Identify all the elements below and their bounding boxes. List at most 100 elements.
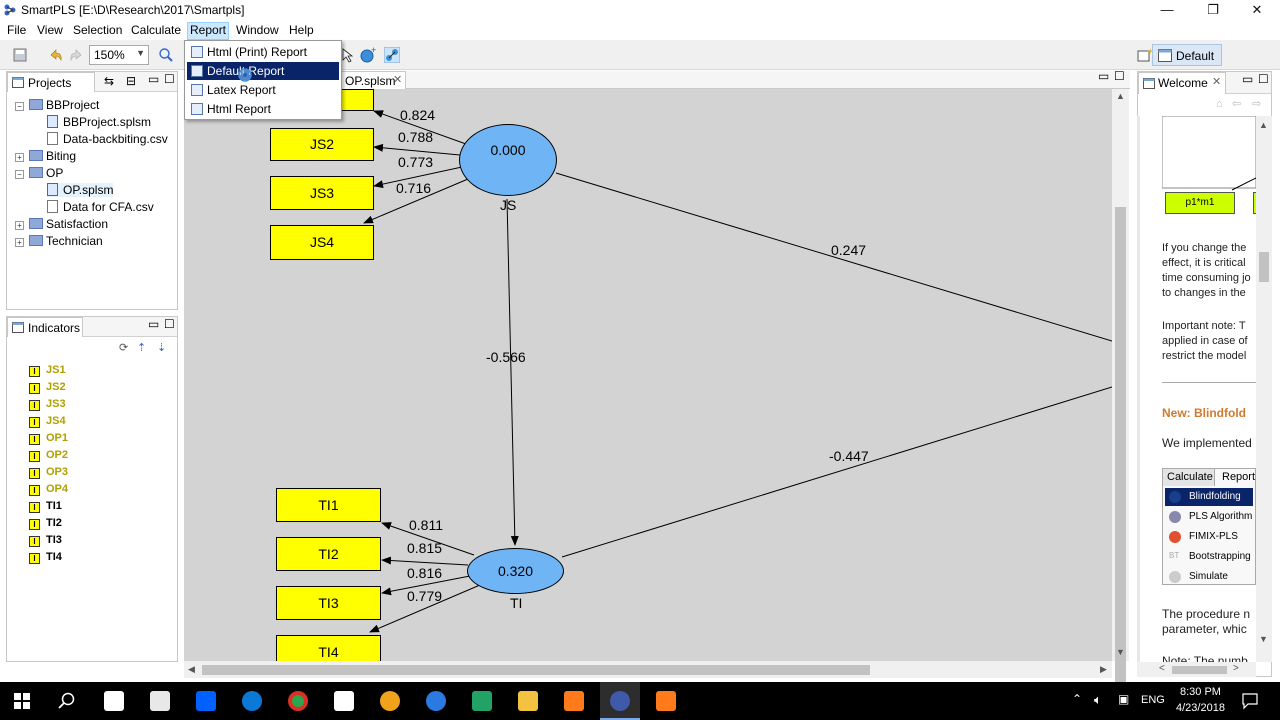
redo-icon[interactable] [68, 47, 84, 63]
tree-expand-toggle[interactable]: + [15, 153, 24, 162]
scroll-up-icon[interactable]: ▲ [1259, 120, 1268, 130]
spreadsheet-icon[interactable] [472, 691, 492, 711]
menu-report[interactable]: Report [187, 22, 230, 40]
sort-ascending-icon[interactable]: ⇡ [137, 341, 146, 354]
latent-js[interactable]: 0.000 [459, 124, 557, 196]
project-tree-item[interactable]: Data-backbiting.csv [47, 132, 168, 146]
restore-button[interactable]: ❐ [1190, 0, 1236, 21]
menu-selection[interactable]: Selection [70, 23, 125, 37]
chrome-icon[interactable] [288, 691, 308, 711]
menu-calculate[interactable]: Calculate [128, 23, 184, 37]
back-icon[interactable]: ⇦ [1232, 97, 1241, 110]
tab-projects[interactable]: Projects [7, 72, 95, 92]
menu-file[interactable]: File [4, 23, 29, 37]
indicator-ti2[interactable]: TI2 [276, 537, 381, 571]
notifications-icon[interactable] [1241, 692, 1259, 710]
language-indicator[interactable]: ENG [1141, 694, 1165, 706]
scroll-up-icon[interactable]: ▲ [1116, 91, 1125, 101]
indicator-list-item[interactable]: I JS1 [29, 364, 66, 377]
maximize-panel-icon[interactable]: ☐ [1114, 69, 1125, 83]
welcome-horizontal-scrollbar[interactable]: < > [1137, 662, 1256, 677]
scroll-right-icon[interactable]: ▶ [1100, 664, 1107, 675]
save-icon[interactable] [12, 47, 28, 63]
maximize-panel-icon[interactable]: ☐ [1258, 72, 1269, 86]
project-tree-item[interactable]: OP.splsm [47, 183, 114, 197]
group-icon[interactable]: ⟳ [119, 341, 128, 354]
connect-tool-icon[interactable] [384, 47, 400, 63]
report-menu-item[interactable]: Html Report [187, 100, 339, 118]
notes-icon[interactable] [334, 691, 354, 711]
indicator-list-item[interactable]: I OP4 [29, 483, 68, 496]
indicator-ti3[interactable]: TI3 [276, 586, 381, 620]
home-icon[interactable]: ⌂ [1216, 98, 1223, 110]
scrollbar-thumb[interactable] [202, 665, 870, 675]
tab-welcome[interactable]: Welcome ✕ [1138, 72, 1226, 94]
indicator-ti4[interactable]: TI4 [276, 635, 381, 661]
indicator-list-item[interactable]: I TI1 [29, 500, 62, 513]
zoom-in-icon[interactable] [158, 47, 174, 63]
scroll-down-icon[interactable]: ▼ [1116, 647, 1125, 657]
minimize-panel-icon[interactable]: ▭ [1242, 72, 1253, 86]
chevron-up-icon[interactable]: ⌃ [1072, 692, 1082, 706]
minimize-button[interactable]: — [1144, 0, 1190, 21]
indicator-js2[interactable]: JS2 [270, 128, 374, 161]
report-menu-item[interactable]: Default Report [187, 62, 339, 80]
tree-expand-toggle[interactable]: − [15, 170, 24, 179]
dropbox-icon[interactable] [196, 691, 216, 711]
close-icon[interactable]: ✕ [1212, 75, 1221, 88]
network-icon[interactable]: ▣ [1118, 692, 1129, 706]
scroll-down-icon[interactable]: ▼ [1259, 634, 1268, 644]
indicator-list-item[interactable]: I JS2 [29, 381, 66, 394]
indicator-list-item[interactable]: I JS3 [29, 398, 66, 411]
sort-descending-icon[interactable]: ⇣ [157, 341, 166, 354]
clock-time[interactable]: 8:30 PM [1180, 686, 1221, 698]
add-latent-variable-icon[interactable]: + [360, 47, 376, 63]
project-tree-item[interactable]: OP [29, 166, 63, 180]
forward-icon[interactable]: ⇨ [1252, 97, 1261, 110]
project-tree-item[interactable]: BBProject [29, 98, 99, 112]
perspective-default[interactable]: Default [1152, 44, 1222, 66]
store-icon[interactable] [104, 691, 124, 711]
indicator-list-item[interactable]: I OP1 [29, 432, 68, 445]
clock-date[interactable]: 4/23/2018 [1176, 702, 1225, 714]
canvas-vertical-scrollbar[interactable]: ▲ ▼ [1112, 89, 1129, 719]
recorder-icon[interactable] [656, 691, 676, 711]
presentation-icon[interactable] [564, 691, 584, 711]
indicator-list-item[interactable]: I TI3 [29, 534, 62, 547]
search-icon[interactable] [58, 692, 76, 710]
scrollbar-thumb[interactable] [1259, 252, 1269, 282]
menu-window[interactable]: Window [233, 23, 282, 37]
scrollbar-thumb[interactable] [1115, 207, 1126, 719]
menu-help[interactable]: Help [286, 23, 317, 37]
indicator-js4[interactable]: JS4 [270, 225, 374, 260]
tree-expand-toggle[interactable]: − [15, 102, 24, 111]
scroll-right-icon[interactable]: > [1233, 663, 1239, 674]
indicator-list-item[interactable]: I JS4 [29, 415, 66, 428]
open-perspective-icon[interactable]: ✦ [1137, 47, 1153, 63]
minimize-panel-icon[interactable]: ▭ [148, 72, 159, 86]
welcome-vertical-scrollbar[interactable]: ▲ ▼ [1256, 116, 1272, 662]
volume-icon[interactable]: 🔈︎ [1094, 692, 1102, 708]
indicator-js3[interactable]: JS3 [270, 176, 374, 210]
project-tree-item[interactable]: Technician [29, 234, 103, 248]
indicator-list-item[interactable]: I OP3 [29, 466, 68, 479]
scroll-left-icon[interactable]: < [1159, 663, 1165, 674]
project-tree-item[interactable]: BBProject.splsm [47, 115, 151, 129]
close-button[interactable]: ✕ [1234, 0, 1280, 21]
minimize-panel-icon[interactable]: ▭ [1098, 69, 1109, 83]
scroll-left-icon[interactable]: ◀ [188, 664, 195, 675]
link-editor-icon[interactable]: ⇆ [104, 74, 114, 88]
model-canvas[interactable]: JS2 JS3 JS4 0.824 0.788 0.773 0.716 0.00… [184, 89, 1112, 661]
sync-icon[interactable] [380, 691, 400, 711]
indicator-list-item[interactable]: I OP2 [29, 449, 68, 462]
maximize-panel-icon[interactable]: ☐ [164, 317, 175, 331]
report-menu-item[interactable]: Latex Report [187, 81, 339, 99]
smartpls-taskbar-icon[interactable] [426, 691, 446, 711]
indicator-list-item[interactable]: I TI4 [29, 551, 62, 564]
tree-expand-toggle[interactable]: + [15, 221, 24, 230]
file-explorer-icon[interactable] [518, 691, 538, 711]
canvas-horizontal-scrollbar[interactable]: ◀ ▶ [184, 661, 1112, 678]
scrollbar-thumb[interactable] [1172, 666, 1227, 674]
active-app-slot[interactable] [600, 682, 640, 720]
edge-icon[interactable] [242, 691, 262, 711]
